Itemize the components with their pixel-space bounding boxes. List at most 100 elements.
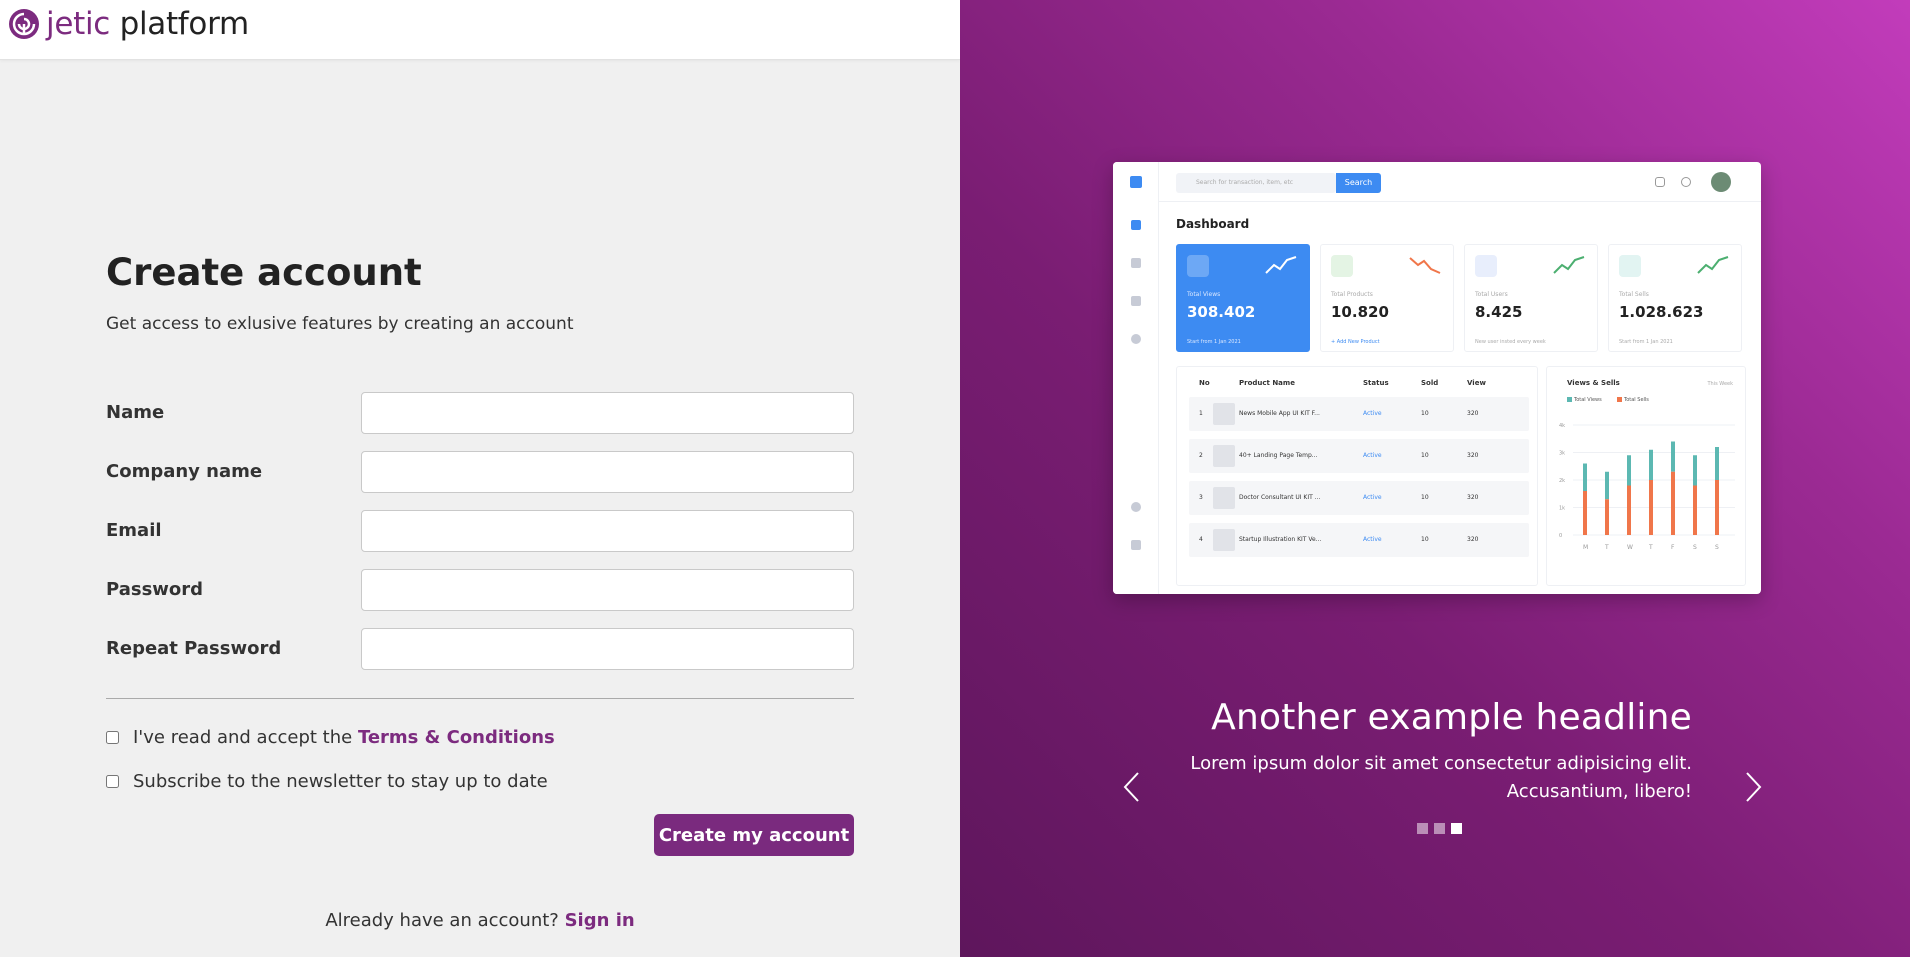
trend-up-icon bbox=[1553, 256, 1585, 274]
product-thumbnail bbox=[1213, 445, 1235, 467]
card-label: Total Products bbox=[1331, 291, 1373, 298]
bar-views bbox=[1605, 471, 1609, 500]
company-field[interactable] bbox=[361, 451, 854, 493]
row-sold: 10 bbox=[1421, 494, 1429, 501]
y-tick-label: 1k bbox=[1559, 506, 1565, 512]
row-name: News Mobile App UI KIT F... bbox=[1239, 410, 1320, 417]
product-thumbnail bbox=[1213, 529, 1235, 551]
preview-chart: Views & Sells This Week Total Views Tota… bbox=[1546, 366, 1746, 586]
form-header: Create account Get access to exlusive fe… bbox=[106, 250, 854, 335]
newsletter-label: Subscribe to the newsletter to stay up t… bbox=[133, 771, 548, 792]
bar-sells bbox=[1671, 471, 1675, 535]
dashboard-preview-image: Search for transaction, item, etc Search… bbox=[1113, 162, 1761, 594]
y-tick-label: 3k bbox=[1559, 451, 1565, 457]
carousel-headline: Another example headline bbox=[1211, 697, 1692, 738]
newsletter-checkbox[interactable] bbox=[106, 775, 119, 788]
row-no: 3 bbox=[1199, 494, 1203, 501]
password-field[interactable] bbox=[361, 569, 854, 611]
chevron-left-icon[interactable] bbox=[1120, 770, 1144, 804]
x-tick-label: W bbox=[1627, 544, 1633, 551]
terms-checkbox[interactable] bbox=[106, 731, 119, 744]
x-tick-label: S bbox=[1715, 544, 1719, 551]
chevron-right-icon[interactable] bbox=[1741, 770, 1765, 804]
card-value: 1.028.623 bbox=[1619, 303, 1704, 321]
preview-cart-icon bbox=[1131, 258, 1141, 268]
signup-panel: jetic platform Create account Get access… bbox=[0, 0, 960, 957]
brand-logo[interactable]: jetic platform bbox=[8, 6, 249, 42]
company-label: Company name bbox=[106, 461, 263, 482]
row-name: Startup Illustration KIT Ve... bbox=[1239, 536, 1322, 543]
row-name: Doctor Consultant UI KIT ... bbox=[1239, 494, 1321, 501]
card-label: Total Views bbox=[1187, 291, 1221, 298]
form-divider bbox=[106, 698, 854, 699]
card-foot: Start from 1 Jan 2021 bbox=[1187, 339, 1241, 345]
preview-sidebar bbox=[1113, 162, 1159, 594]
bar-views bbox=[1715, 447, 1719, 480]
preview-avatar bbox=[1711, 172, 1731, 192]
carousel-indicator-1[interactable] bbox=[1417, 823, 1428, 834]
terms-link[interactable]: Terms & Conditions bbox=[358, 727, 555, 748]
carousel-indicator-3[interactable] bbox=[1451, 823, 1462, 834]
preview-card-users: Total Users 8.425 New user insted every … bbox=[1464, 244, 1598, 352]
jetic-logo-icon bbox=[9, 9, 39, 39]
promo-carousel: Search for transaction, item, etc Search… bbox=[960, 0, 1910, 957]
brand-name-part2: platform bbox=[119, 6, 250, 42]
preview-bell-icon bbox=[1681, 177, 1691, 187]
preview-message-icon bbox=[1655, 177, 1665, 187]
trend-up-icon bbox=[1265, 256, 1297, 274]
repeat-password-field[interactable] bbox=[361, 628, 854, 670]
preview-table-row: 1 News Mobile App UI KIT F... Active 10 … bbox=[1189, 397, 1529, 431]
preview-card-sells: Total Sells 1.028.623 Start from 1 Jan 2… bbox=[1608, 244, 1742, 352]
bar-sells bbox=[1715, 480, 1719, 535]
create-account-button[interactable]: Create my account bbox=[654, 814, 854, 856]
trend-down-icon bbox=[1409, 257, 1441, 274]
preview-search-input: Search for transaction, item, etc bbox=[1176, 173, 1336, 193]
bar-sells bbox=[1649, 480, 1653, 535]
users-icon bbox=[1475, 255, 1497, 277]
signin-link[interactable]: Sign in bbox=[565, 910, 635, 931]
card-value: 10.820 bbox=[1331, 303, 1389, 321]
x-tick-label: M bbox=[1583, 544, 1588, 551]
bar-views bbox=[1693, 455, 1697, 486]
preview-logo-icon bbox=[1130, 176, 1142, 188]
preview-card-views: Total Views 308.402 Start from 1 Jan 202… bbox=[1176, 244, 1310, 352]
row-status: Active bbox=[1363, 452, 1382, 459]
preview-logout-icon bbox=[1131, 540, 1141, 550]
preview-table-header: Sold bbox=[1421, 379, 1439, 387]
card-label: Total Sells bbox=[1619, 291, 1649, 298]
preview-bar-chart: 4k 3k 2k 1k 0 M T W T F S S bbox=[1559, 423, 1735, 551]
signup-form: Name Company name Email Password Repeat … bbox=[106, 392, 854, 687]
page-title: Create account bbox=[106, 251, 422, 294]
card-value: 8.425 bbox=[1475, 303, 1523, 321]
row-sold: 10 bbox=[1421, 410, 1429, 417]
carousel-indicators bbox=[1417, 823, 1468, 834]
email-field[interactable] bbox=[361, 510, 854, 552]
row-status: Active bbox=[1363, 536, 1382, 543]
row-no: 2 bbox=[1199, 452, 1203, 459]
eye-icon bbox=[1187, 255, 1209, 277]
preview-table-header: Product Name bbox=[1239, 379, 1295, 387]
preview-product-table: No Product Name Status Sold View 1 News … bbox=[1176, 366, 1538, 586]
name-label: Name bbox=[106, 402, 165, 423]
bar-views bbox=[1649, 449, 1653, 480]
name-row: Name bbox=[106, 392, 854, 451]
repeat-password-label: Repeat Password bbox=[106, 638, 282, 659]
carousel-caption: Another example headline Lorem ipsum dol… bbox=[1190, 694, 1692, 806]
password-row: Password bbox=[106, 569, 854, 628]
password-label: Password bbox=[106, 579, 204, 600]
repeat-password-row: Repeat Password bbox=[106, 628, 854, 687]
row-no: 4 bbox=[1199, 536, 1203, 543]
row-view: 320 bbox=[1467, 494, 1479, 501]
y-tick-label: 0 bbox=[1559, 533, 1562, 539]
bar-sells bbox=[1693, 485, 1697, 535]
preview-table-row: 4 Startup Illustration KIT Ve... Active … bbox=[1189, 523, 1529, 557]
signin-prompt: Already have an account? Sign in bbox=[0, 910, 960, 931]
row-view: 320 bbox=[1467, 452, 1479, 459]
bar-sells bbox=[1605, 499, 1609, 535]
terms-text: I've read and accept the bbox=[133, 727, 353, 748]
newsletter-row: Subscribe to the newsletter to stay up t… bbox=[106, 771, 548, 792]
carousel-indicator-2[interactable] bbox=[1434, 823, 1445, 834]
preview-heading: Dashboard bbox=[1176, 217, 1250, 231]
carousel-text-line1: Lorem ipsum dolor sit amet consectetur a… bbox=[1190, 753, 1692, 774]
name-field[interactable] bbox=[361, 392, 854, 434]
